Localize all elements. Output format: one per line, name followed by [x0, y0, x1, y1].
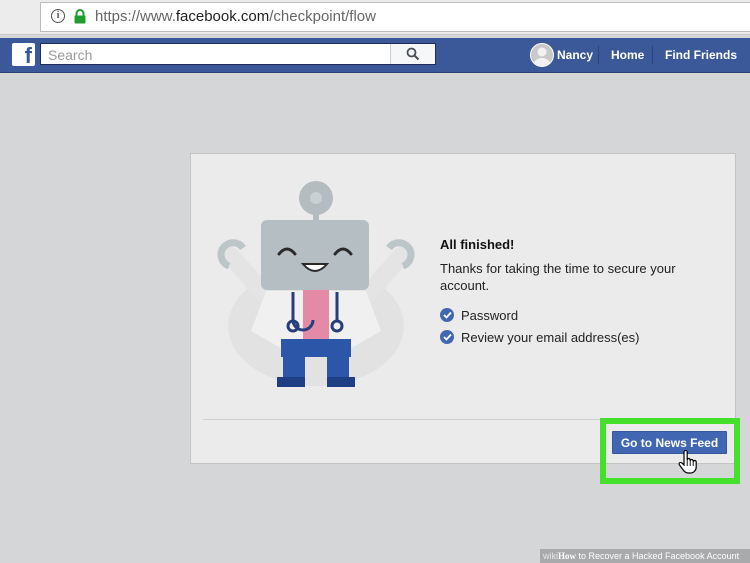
search-input[interactable] — [46, 46, 390, 64]
nav-divider — [652, 46, 653, 64]
caption-how: How — [558, 551, 576, 561]
completion-message: All finished! Thanks for taking the time… — [440, 237, 710, 348]
facebook-navbar: f Nancy Home Find Friends — [0, 38, 750, 73]
checklist-item-email: Review your email address(es) — [440, 326, 710, 348]
browser-address-bar: i https://www.facebook.com/checkpoint/fl… — [0, 0, 750, 35]
profile-link[interactable]: Nancy — [557, 48, 593, 62]
hand-cursor-icon — [678, 450, 697, 474]
checklist-label: Review your email address(es) — [461, 329, 640, 345]
wikihow-brand: wiki — [543, 551, 558, 561]
search-icon — [406, 47, 420, 61]
url-text: https://www.facebook.com/checkpoint/flow — [95, 8, 376, 25]
facebook-logo[interactable]: f — [12, 43, 35, 68]
wikihow-caption: wikiHow to Recover a Hacked Facebook Acc… — [540, 549, 750, 563]
robot-illustration — [217, 181, 415, 387]
check-icon — [440, 308, 454, 322]
check-icon — [440, 330, 454, 344]
search-button[interactable] — [390, 44, 435, 64]
search-box — [40, 43, 436, 65]
lock-icon — [74, 9, 86, 24]
go-to-news-feed-button[interactable]: Go to News Feed — [612, 431, 727, 454]
home-link[interactable]: Home — [611, 48, 644, 62]
avatar[interactable] — [530, 43, 554, 67]
url-field[interactable]: i https://www.facebook.com/checkpoint/fl… — [40, 2, 750, 32]
completion-title: All finished! — [440, 237, 515, 252]
avatar-silhouette-icon — [534, 47, 550, 66]
info-icon[interactable]: i — [51, 9, 65, 23]
checklist-item-password: Password — [440, 304, 710, 326]
nav-divider — [598, 46, 599, 64]
caption-text: to Recover a Hacked Facebook Account — [576, 551, 740, 561]
completion-text: Thanks for taking the time to secure you… — [440, 261, 676, 293]
find-friends-link[interactable]: Find Friends — [665, 48, 737, 62]
checklist-label: Password — [461, 307, 519, 323]
